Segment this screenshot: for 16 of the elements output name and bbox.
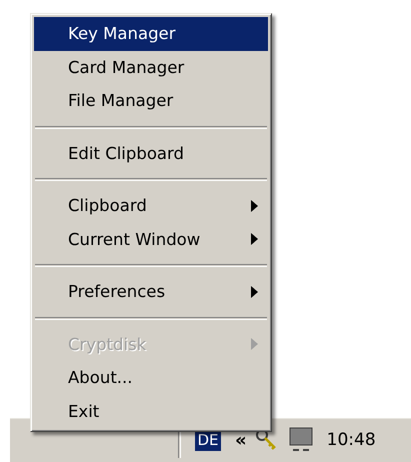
submenu-arrow-icon [251,286,258,298]
menu-item[interactable]: Edit Clipboard [34,136,268,170]
submenu-arrow-icon [251,338,258,350]
menu-item[interactable]: Key Manager [34,17,268,50]
menu-item[interactable]: Exit [34,394,268,428]
menu-item[interactable]: Current Window [34,222,268,256]
menu-item[interactable]: Preferences [34,275,268,308]
menu-item[interactable]: About... [34,361,268,394]
submenu-arrow-icon [251,233,258,246]
monitor-icon[interactable] [286,426,315,454]
show-hidden-icons-button[interactable]: « [235,430,247,450]
menu-item[interactable]: Card Manager [34,50,268,84]
menu-item[interactable]: File Manager [34,84,268,118]
menu-item[interactable]: Clipboard [34,189,268,222]
submenu-arrow-icon [251,200,258,212]
clock[interactable]: 10:48 [326,430,376,450]
